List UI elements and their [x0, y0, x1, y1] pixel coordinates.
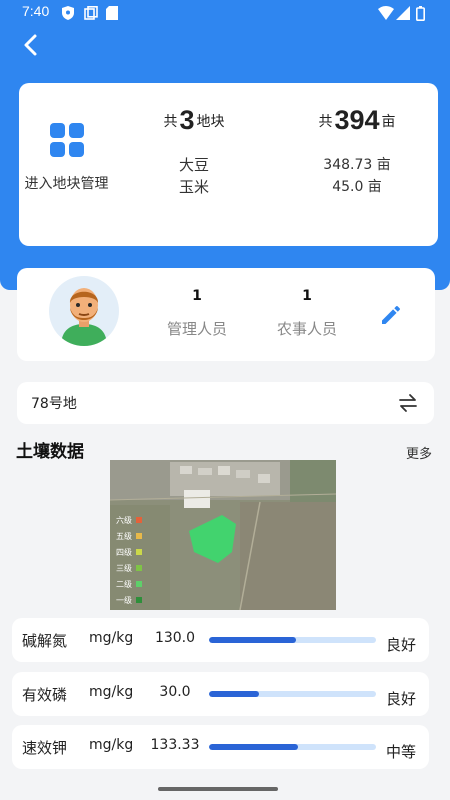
soil-legend: 六级五级四级三级二级一级	[116, 512, 142, 608]
legend-item: 四级	[116, 544, 142, 560]
crop-area: 348.73 亩	[323, 157, 391, 173]
summary-card: 进入地块管理 共3 地块 大豆 玉米 共394 亩 348.73 亩 45.0 亩	[19, 83, 438, 246]
nutrient-name: 有效磷	[22, 686, 68, 704]
plots-count: 3	[179, 105, 195, 135]
legend-swatch	[136, 517, 142, 523]
crop-name: 玉米	[178, 178, 209, 196]
legend-item: 一级	[116, 592, 142, 608]
plots-summary: 共3 地块 大豆 玉米	[149, 105, 239, 198]
plot-management-label: 进入地块管理	[24, 176, 109, 192]
legend-label: 四级	[116, 547, 132, 557]
legend-swatch	[136, 597, 142, 603]
nutrient-level-fill	[209, 637, 296, 643]
people-card: 1 管理人员 1 农事人员	[17, 268, 435, 361]
nutrient-grade: 良好	[386, 690, 417, 708]
copy-icon	[84, 6, 98, 24]
legend-item: 三级	[116, 560, 142, 576]
area-total-line: 共394 亩	[307, 105, 407, 136]
back-arrow-icon	[24, 34, 37, 56]
soil-section-title: 土壤数据	[16, 442, 84, 462]
soil-map[interactable]: 六级五级四级三级二级一级	[110, 460, 336, 610]
crop-name: 大豆	[178, 156, 209, 174]
legend-swatch	[136, 565, 142, 571]
legend-item: 六级	[116, 512, 142, 528]
user-avatar-icon	[61, 288, 107, 346]
pencil-icon	[382, 306, 400, 324]
legend-item: 二级	[116, 576, 142, 592]
satellite-map-image	[110, 460, 336, 610]
plot-management-button[interactable]: 进入地块管理	[19, 123, 114, 193]
nutrient-value: 130.0	[154, 630, 196, 646]
managers-label: 管理人员	[166, 320, 227, 338]
legend-label: 一级	[116, 595, 132, 605]
managers-stat[interactable]: 1 管理人员	[157, 288, 237, 339]
nutrient-value: 133.33	[150, 737, 200, 753]
nutrient-unit: mg/kg	[89, 737, 134, 753]
crop-list: 大豆 玉米	[149, 154, 239, 198]
nutrient-value: 30.0	[159, 684, 191, 700]
nutrient-grade: 中等	[386, 743, 417, 761]
area-total: 394	[334, 105, 380, 135]
plots-count-line: 共3 地块	[149, 105, 239, 136]
nutrient-name: 碱解氮	[22, 632, 68, 650]
nutrient-grade: 良好	[386, 636, 417, 654]
nutrient-unit: mg/kg	[89, 630, 134, 646]
area-prefix: 共	[318, 114, 333, 130]
nutrient-card[interactable]: 有效磷 mg/kg 30.0 良好	[12, 672, 429, 716]
swap-icon[interactable]	[398, 393, 418, 417]
nutrient-level-bar	[209, 744, 376, 750]
managers-count: 1	[192, 288, 202, 304]
avatar	[49, 276, 119, 346]
battery-icon	[416, 6, 426, 25]
legend-item: 五级	[116, 528, 142, 544]
nutrient-name: 速效钾	[22, 739, 68, 757]
crop-area: 45.0 亩	[332, 179, 382, 195]
legend-label: 二级	[116, 579, 132, 589]
nutrient-card[interactable]: 速效钾 mg/kg 133.33 中等	[12, 725, 429, 769]
legend-swatch	[136, 581, 142, 587]
nutrient-card[interactable]: 碱解氮 mg/kg 130.0 良好	[12, 618, 429, 662]
nutrient-level-bar	[209, 637, 376, 643]
nutrient-level-fill	[209, 691, 260, 697]
legend-label: 六级	[116, 515, 132, 525]
edit-button[interactable]	[379, 303, 403, 327]
grid-icon	[49, 123, 84, 157]
plots-suffix: 地块	[196, 114, 225, 130]
legend-label: 五级	[116, 531, 132, 541]
signal-icon	[396, 6, 410, 24]
legend-swatch	[136, 533, 142, 539]
home-indicator[interactable]	[158, 787, 278, 791]
nutrient-level-bar	[209, 691, 376, 697]
nutrient-level-fill	[209, 744, 298, 750]
legend-label: 三级	[116, 563, 132, 573]
crop-area-list: 348.73 亩 45.0 亩	[307, 154, 407, 198]
nutrient-unit: mg/kg	[89, 684, 134, 700]
more-link[interactable]: 更多	[406, 443, 432, 462]
plots-prefix: 共	[163, 114, 178, 130]
back-button[interactable]	[16, 30, 46, 60]
wifi-icon	[378, 6, 394, 24]
area-suffix: 亩	[381, 114, 396, 130]
plot-selector[interactable]: 78号地	[17, 382, 434, 424]
current-plot-name: 78号地	[31, 396, 77, 412]
area-summary: 共394 亩 348.73 亩 45.0 亩	[307, 105, 407, 198]
legend-swatch	[136, 549, 142, 555]
farmers-stat[interactable]: 1 农事人员	[267, 288, 347, 339]
farmers-label: 农事人员	[276, 320, 337, 338]
status-time: 7:40	[22, 3, 50, 19]
farmers-count: 1	[302, 288, 312, 304]
shield-icon	[62, 6, 74, 24]
status-bar: 7:40	[0, 0, 450, 26]
sd-card-icon	[106, 6, 118, 24]
